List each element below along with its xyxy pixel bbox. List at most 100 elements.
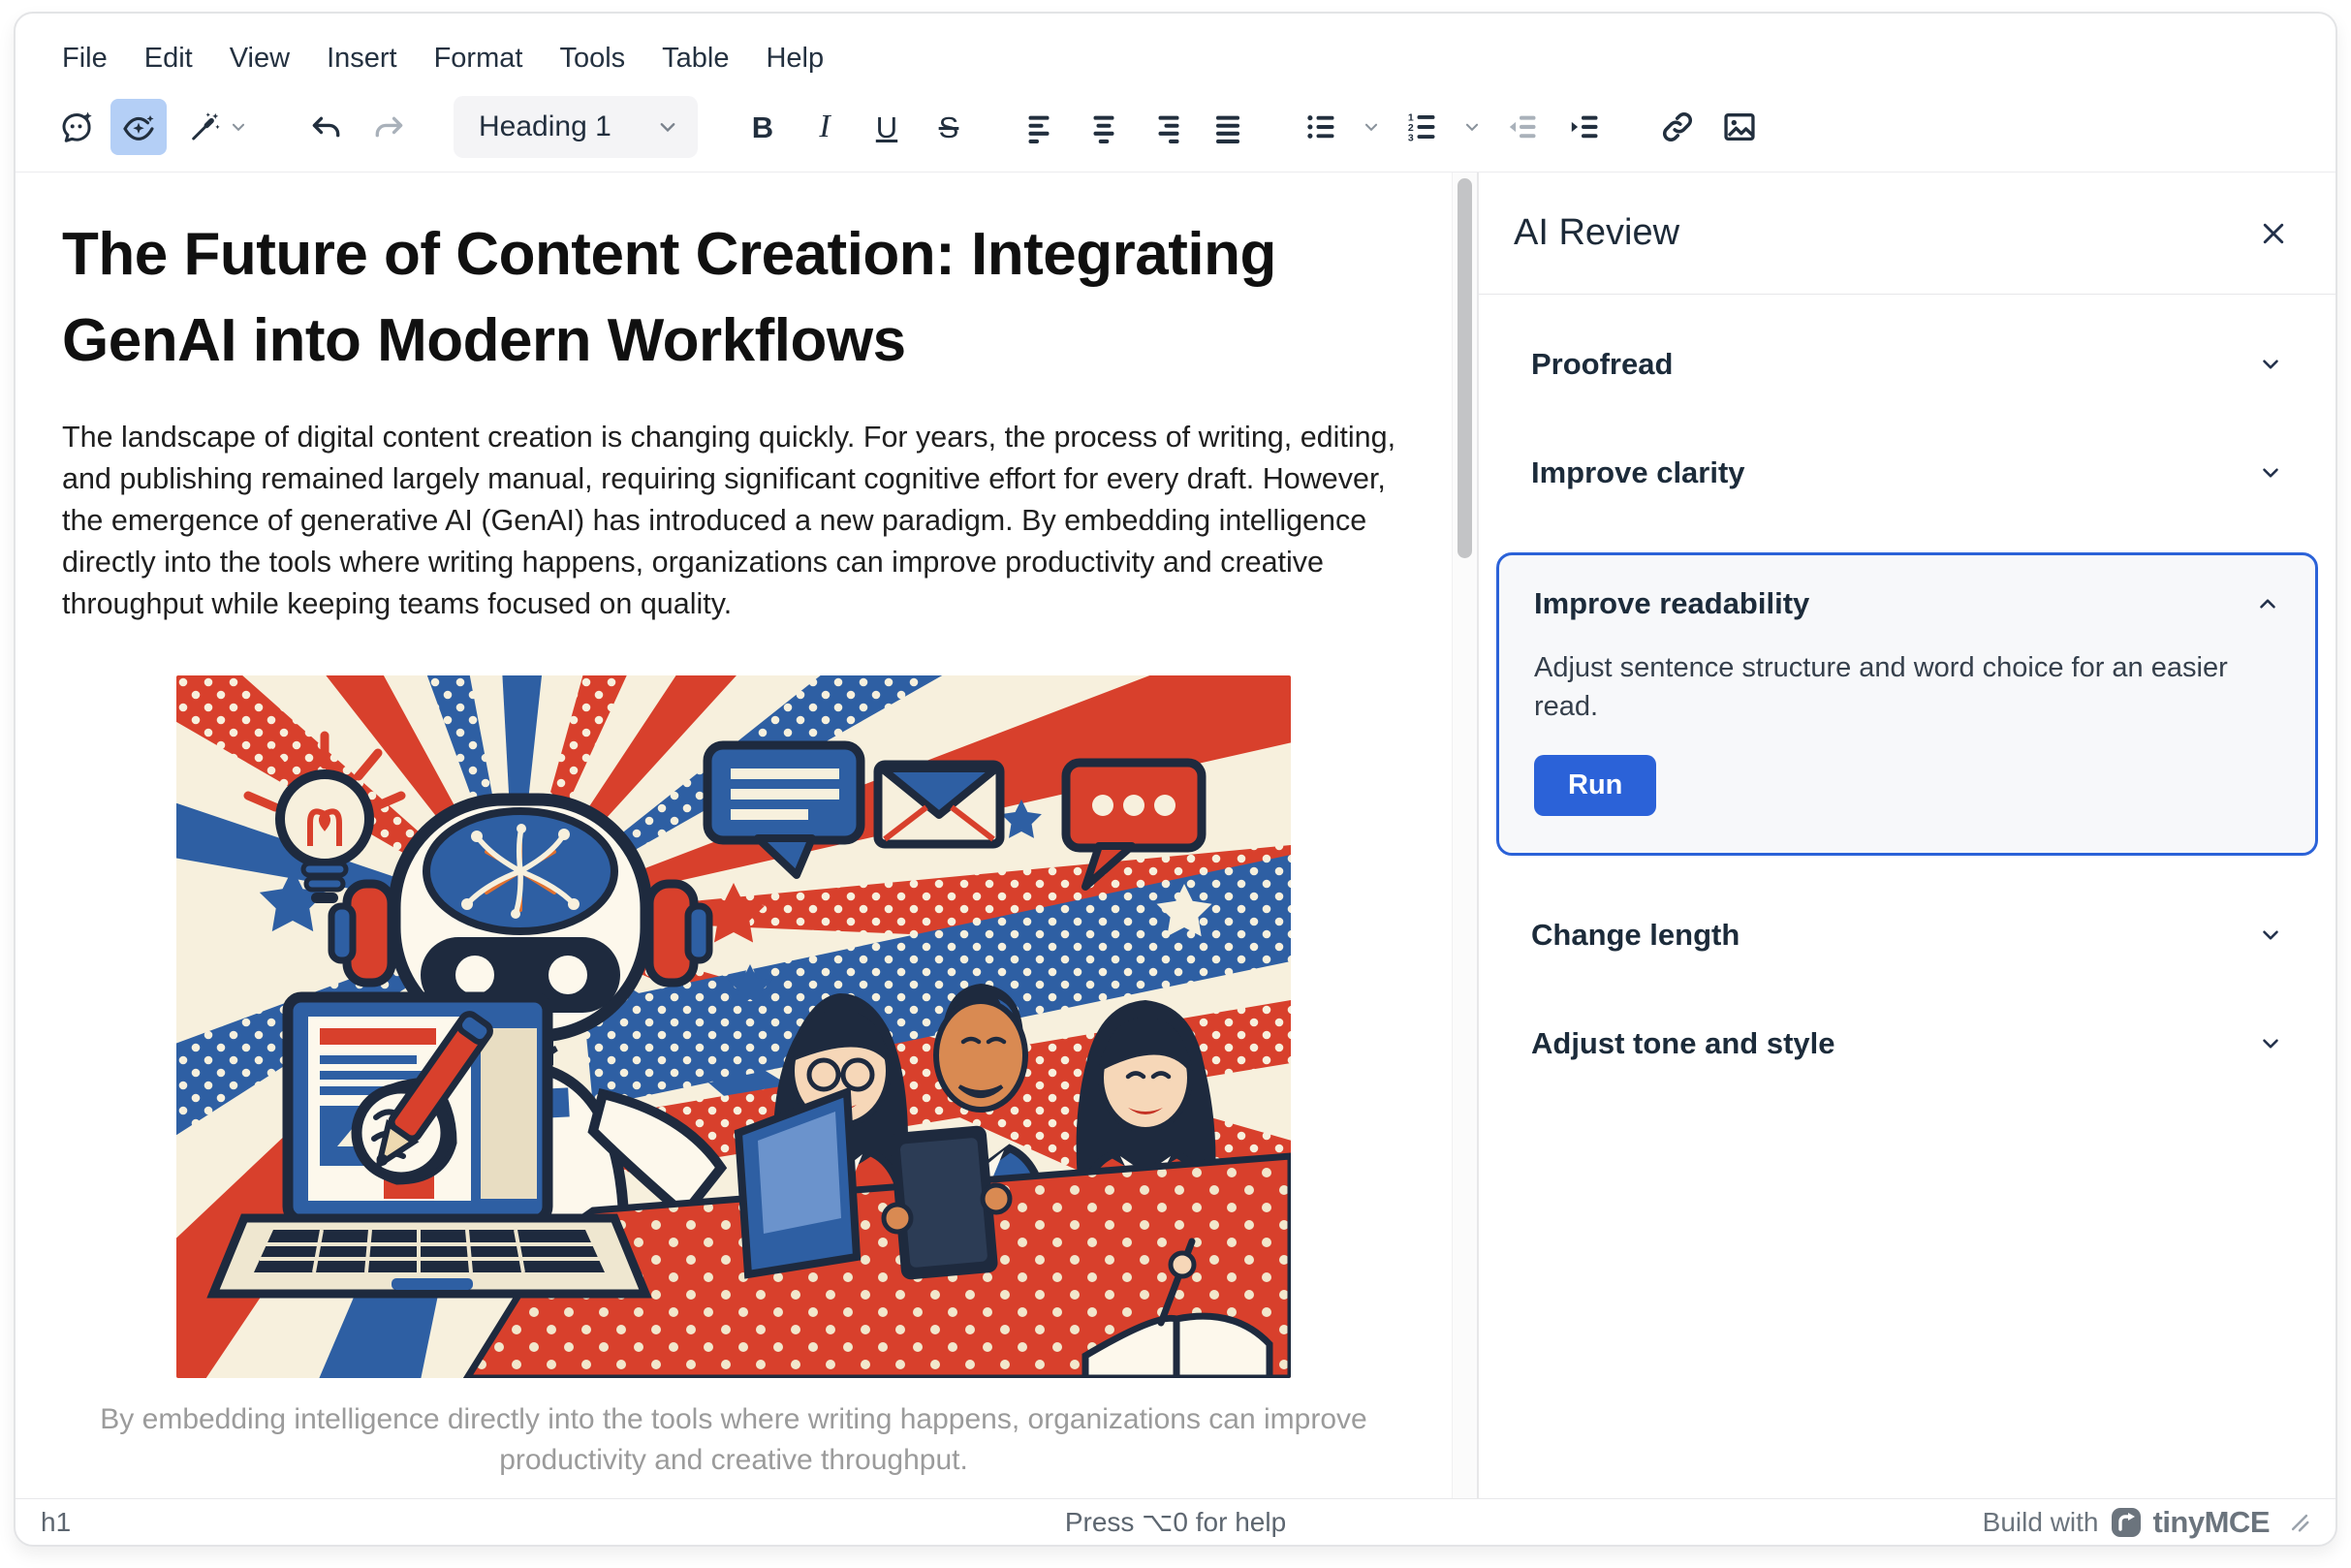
toolbar-group-text-style: B I U S <box>735 99 977 155</box>
document-heading[interactable]: The Future of Content Creation: Integrat… <box>62 211 1405 384</box>
chevron-down-icon <box>657 116 678 138</box>
image-caption[interactable]: By embedding intelligence directly into … <box>62 1399 1405 1481</box>
tinymce-logo <box>2111 1507 2142 1538</box>
numbered-list-button[interactable]: 123 <box>1394 99 1450 155</box>
accordion-improve-clarity[interactable]: Improve clarity <box>1496 444 2318 502</box>
redo-button[interactable] <box>360 99 417 155</box>
accordion-adjust-tone-style[interactable]: Adjust tone and style <box>1496 1015 2318 1073</box>
chevron-down-icon <box>2258 1031 2283 1056</box>
undo-button[interactable] <box>298 99 355 155</box>
align-right-button[interactable] <box>1138 99 1194 155</box>
menu-file[interactable]: File <box>45 35 125 82</box>
close-icon <box>2259 219 2288 248</box>
menu-edit[interactable]: Edit <box>127 35 210 82</box>
chevron-down-icon <box>230 118 247 136</box>
toolbar-group-ai <box>48 99 262 155</box>
document-content: The Future of Content Creation: Integrat… <box>16 211 1452 1481</box>
align-center-button[interactable] <box>1076 99 1132 155</box>
toolbar-group-history <box>298 99 417 155</box>
menu-bar: File Edit View Insert Format Tools Table… <box>16 14 2335 88</box>
accordion-label: Proofread <box>1531 347 1673 382</box>
menu-insert[interactable]: Insert <box>309 35 415 82</box>
toolbar-group-align <box>1014 99 1256 155</box>
image-icon <box>1721 109 1758 145</box>
ai-review-header: AI Review <box>1479 172 2335 295</box>
accordion-change-length[interactable]: Change length <box>1496 906 2318 964</box>
bullet-list-icon <box>1303 110 1338 144</box>
accordion-label: Improve readability <box>1534 586 1809 621</box>
outdent-icon <box>1505 110 1540 144</box>
numbered-list-icon: 123 <box>1404 110 1439 144</box>
menu-tools[interactable]: Tools <box>542 35 643 82</box>
bold-button[interactable]: B <box>735 99 791 155</box>
redo-icon <box>370 109 407 145</box>
link-icon <box>1659 109 1696 145</box>
ai-review-panel: AI Review Proofread Improve clarity <box>1479 172 2335 1498</box>
ai-review-eye-icon <box>120 109 157 145</box>
align-left-button[interactable] <box>1014 99 1070 155</box>
menu-view[interactable]: View <box>212 35 307 82</box>
chevron-down-icon <box>2258 352 2283 377</box>
accordion-label: Improve clarity <box>1531 455 1745 490</box>
menu-table[interactable]: Table <box>644 35 746 82</box>
run-button[interactable]: Run <box>1534 755 1656 816</box>
branding[interactable]: Build with tinyMCE <box>1983 1505 2310 1540</box>
close-panel-button[interactable] <box>2252 212 2295 255</box>
block-format-value: Heading 1 <box>479 110 611 143</box>
document-paragraph[interactable]: The landscape of digital content creatio… <box>62 417 1405 625</box>
ai-assistant-button[interactable] <box>48 99 105 155</box>
chevron-up-icon <box>2255 591 2280 616</box>
link-button[interactable] <box>1649 99 1706 155</box>
ai-review-button[interactable] <box>110 99 167 155</box>
option-description: Adjust sentence structure and word choic… <box>1534 648 2280 726</box>
article-illustration-svg <box>176 675 1291 1378</box>
editor-scrollbar[interactable] <box>1452 172 1477 1498</box>
undo-icon <box>308 109 345 145</box>
bullet-list-options-button[interactable] <box>1355 99 1388 155</box>
article-illustration[interactable] <box>176 675 1291 1378</box>
accordion-proofread[interactable]: Proofread <box>1496 335 2318 393</box>
element-path[interactable]: h1 <box>41 1507 71 1538</box>
envelope-icon <box>878 765 1000 844</box>
align-right-icon <box>1148 110 1183 144</box>
menu-format[interactable]: Format <box>417 35 541 82</box>
ai-chat-icon <box>58 109 95 145</box>
chevron-down-icon <box>2258 923 2283 948</box>
magic-wand-icon <box>187 110 222 144</box>
accordion-header[interactable]: Improve readability <box>1534 586 2280 621</box>
strikethrough-button[interactable]: S <box>921 99 977 155</box>
toolbar-group-insert <box>1649 99 1768 155</box>
menu-help[interactable]: Help <box>748 35 841 82</box>
indent-icon <box>1567 110 1602 144</box>
toolbar: Heading 1 B I U S <box>16 88 2335 172</box>
italic-button[interactable]: I <box>797 99 853 155</box>
indent-button[interactable] <box>1556 99 1613 155</box>
branding-prefix: Build with <box>1983 1507 2099 1538</box>
toolbar-group-lists: 123 <box>1293 99 1613 155</box>
accordion-improve-readability-expanded[interactable]: Improve readability Adjust sentence stru… <box>1496 552 2318 856</box>
align-justify-icon <box>1210 110 1245 144</box>
ai-shortcuts-button[interactable] <box>172 99 262 155</box>
toolbar-group-format: Heading 1 <box>454 96 698 158</box>
svg-text:3: 3 <box>1408 132 1414 143</box>
numbered-list-options-button[interactable] <box>1456 99 1489 155</box>
chevron-down-icon <box>1463 118 1481 136</box>
panel-title: AI Review <box>1514 212 1679 254</box>
underline-button[interactable]: U <box>859 99 915 155</box>
block-format-select[interactable]: Heading 1 <box>454 96 698 158</box>
accordion-label: Change length <box>1531 918 1740 953</box>
align-justify-button[interactable] <box>1200 99 1256 155</box>
branding-name: tinyMCE <box>2153 1505 2271 1540</box>
outdent-button[interactable] <box>1494 99 1551 155</box>
status-bar: h1 Press ⌥0 for help Build with tinyMCE <box>16 1498 2335 1545</box>
align-center-icon <box>1086 110 1121 144</box>
chevron-down-icon <box>1363 118 1380 136</box>
tinymce-editor-window: File Edit View Insert Format Tools Table… <box>14 12 2337 1547</box>
resize-grip-icon[interactable] <box>2289 1512 2310 1533</box>
chevron-down-icon <box>2258 460 2283 486</box>
insert-image-button[interactable] <box>1711 99 1768 155</box>
scrollbar-thumb[interactable] <box>1458 178 1472 558</box>
editor-canvas[interactable]: The Future of Content Creation: Integrat… <box>16 172 1452 1498</box>
bullet-list-button[interactable] <box>1293 99 1349 155</box>
align-left-icon <box>1024 110 1059 144</box>
